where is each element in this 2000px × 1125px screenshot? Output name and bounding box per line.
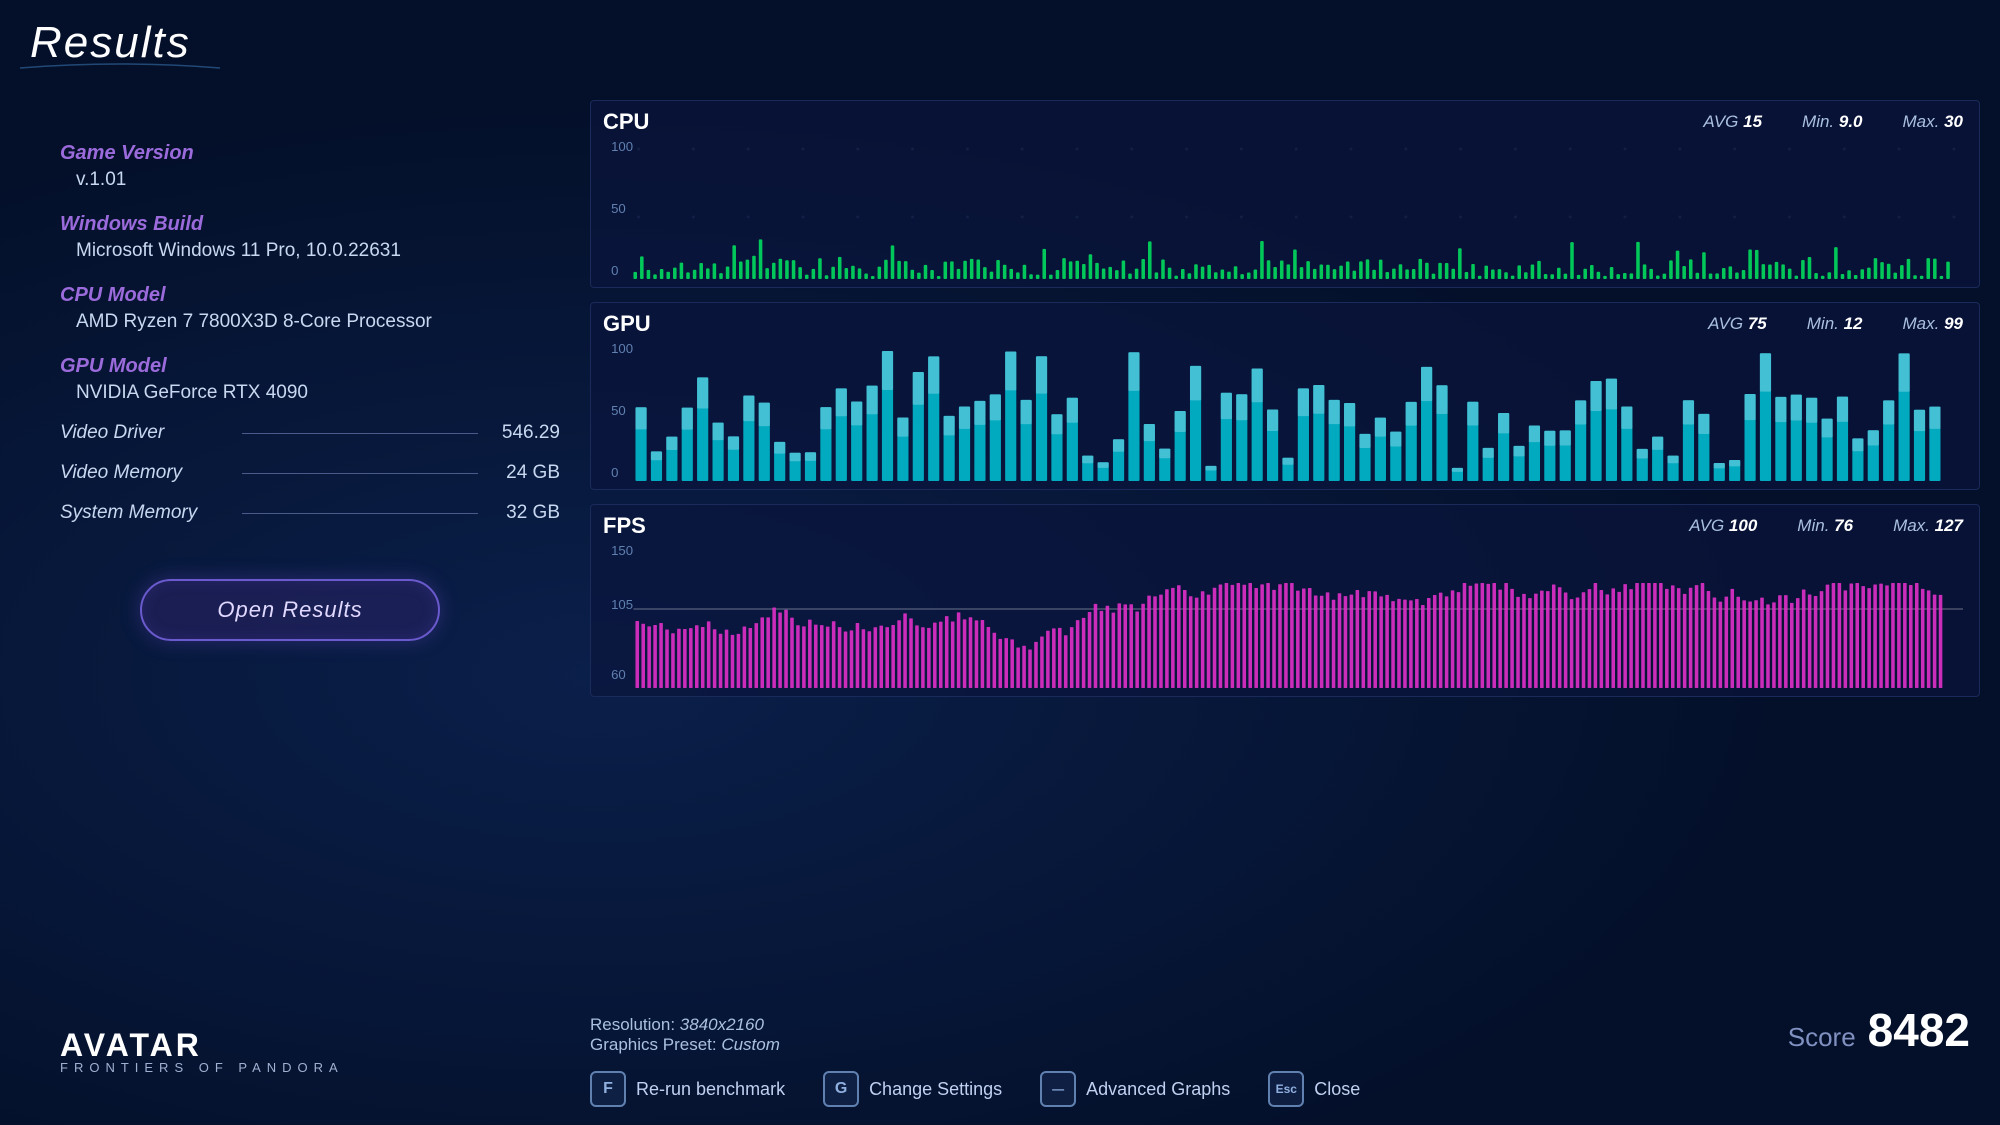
rerun-key-icon: F xyxy=(590,1071,626,1107)
rerun-label: Re-run benchmark xyxy=(636,1079,785,1100)
svg-text:150: 150 xyxy=(611,543,633,558)
cpu-avg-label: AVG 15 xyxy=(1703,112,1762,132)
video-driver-bar xyxy=(242,433,478,434)
close-label: Close xyxy=(1314,1079,1360,1100)
rerun-benchmark-button[interactable]: F Re-run benchmark xyxy=(590,1071,785,1107)
gpu-model-value: NVIDIA GeForce RTX 4090 xyxy=(76,382,560,404)
close-button[interactable]: Esc Close xyxy=(1268,1071,1360,1107)
graphics-preset-label: Graphics Preset: xyxy=(590,1035,721,1054)
fps-chart-area: 150 105 60 xyxy=(603,543,1963,688)
video-memory-bar xyxy=(242,473,478,474)
gpu-chart-header: GPU AVG 75 Min. 12 Max. 99 xyxy=(603,311,1963,337)
system-memory-row: System Memory 32 GB xyxy=(60,502,560,524)
fps-avg-label: AVG 100 xyxy=(1689,516,1757,536)
score-area: Score 8482 xyxy=(1788,1003,1970,1057)
cpu-chart-header: CPU AVG 15 Min. 9.0 Max. 30 xyxy=(603,109,1963,135)
fps-chart: FPS AVG 100 Min. 76 Max. 127 150 105 60 xyxy=(590,504,1980,697)
fps-min-label: Min. 76 xyxy=(1797,516,1853,536)
advanced-graphs-label: Advanced Graphs xyxy=(1086,1079,1230,1100)
graphics-preset-line: Graphics Preset: Custom xyxy=(590,1035,780,1055)
gpu-chart: GPU AVG 75 Min. 12 Max. 99 100 50 0 xyxy=(590,302,1980,490)
advanced-graphs-button[interactable]: — Advanced Graphs xyxy=(1040,1071,1230,1107)
gpu-max-label: Max. 99 xyxy=(1903,314,1963,334)
resolution-value: 3840x2160 xyxy=(680,1015,764,1034)
gpu-chart-area: 100 50 0 xyxy=(603,341,1963,481)
cpu-model-label: CPU Model xyxy=(60,284,560,307)
cpu-min-label: Min. 9.0 xyxy=(1802,112,1862,132)
cpu-min-value: 9.0 xyxy=(1839,112,1863,131)
windows-build-label: Windows Build xyxy=(60,213,560,236)
video-driver-value: 546.29 xyxy=(490,422,560,444)
cpu-max-label: Max. 30 xyxy=(1903,112,1963,132)
video-memory-label: Video Memory xyxy=(60,462,230,484)
bottom-info: Resolution: 3840x2160 Graphics Preset: C… xyxy=(590,1015,780,1055)
gpu-min-label: Min. 12 xyxy=(1807,314,1863,334)
score-label: Score xyxy=(1788,1022,1856,1053)
cpu-chart-area: 100 50 0 xyxy=(603,139,1963,279)
fps-chart-stats: AVG 100 Min. 76 Max. 127 xyxy=(1689,516,1963,536)
fps-chart-svg: 150 105 60 xyxy=(603,543,1963,688)
gpu-avg-value: 75 xyxy=(1748,314,1767,333)
resolution-line: Resolution: 3840x2160 xyxy=(590,1015,780,1035)
gpu-model-label: GPU Model xyxy=(60,355,560,378)
svg-text:105: 105 xyxy=(611,597,633,612)
fps-min-value: 76 xyxy=(1834,516,1853,535)
gpu-avg-label: AVG 75 xyxy=(1708,314,1767,334)
svg-text:100: 100 xyxy=(611,139,633,154)
fps-max-value: 127 xyxy=(1935,516,1963,535)
change-settings-key-icon: G xyxy=(823,1071,859,1107)
cpu-chart: CPU AVG 15 Min. 9.0 Max. 30 100 50 0 xyxy=(590,100,1980,288)
close-key-icon: Esc xyxy=(1268,1071,1304,1107)
open-results-button[interactable]: Open Results xyxy=(140,579,440,641)
system-memory-bar xyxy=(242,513,478,514)
cpu-chart-svg: 100 50 0 xyxy=(603,139,1963,279)
cpu-avg-value: 15 xyxy=(1743,112,1762,131)
system-memory-label: System Memory xyxy=(60,502,230,524)
system-memory-value: 32 GB xyxy=(490,502,560,524)
gpu-chart-stats: AVG 75 Min. 12 Max. 99 xyxy=(1708,314,1963,334)
svg-text:50: 50 xyxy=(611,201,626,216)
game-version-value: v.1.01 xyxy=(76,169,560,191)
svg-text:60: 60 xyxy=(611,667,626,682)
fps-chart-header: FPS AVG 100 Min. 76 Max. 127 xyxy=(603,513,1963,539)
title-decoration xyxy=(20,58,220,78)
avatar-logo: Avatar Frontiers of Pandora xyxy=(60,1027,344,1075)
svg-text:50: 50 xyxy=(611,403,626,418)
score-value: 8482 xyxy=(1868,1003,1970,1057)
gpu-min-value: 12 xyxy=(1844,314,1863,333)
advanced-graphs-key-icon: — xyxy=(1040,1071,1076,1107)
gpu-chart-svg: 100 50 0 xyxy=(603,341,1963,481)
svg-text:0: 0 xyxy=(611,263,618,278)
fps-chart-title: FPS xyxy=(603,513,683,539)
svg-text:0: 0 xyxy=(611,465,618,480)
cpu-chart-title: CPU xyxy=(603,109,683,135)
change-settings-button[interactable]: G Change Settings xyxy=(823,1071,1002,1107)
gpu-max-value: 99 xyxy=(1944,314,1963,333)
windows-build-value: Microsoft Windows 11 Pro, 10.0.22631 xyxy=(76,240,560,262)
cpu-max-value: 30 xyxy=(1944,112,1963,131)
graphics-preset-value: Custom xyxy=(721,1035,780,1054)
change-settings-label: Change Settings xyxy=(869,1079,1002,1100)
game-version-label: Game Version xyxy=(60,142,560,165)
svg-text:100: 100 xyxy=(611,341,633,356)
video-memory-value: 24 GB xyxy=(490,462,560,484)
cpu-chart-stats: AVG 15 Min. 9.0 Max. 30 xyxy=(1703,112,1963,132)
avatar-logo-subtitle: Frontiers of Pandora xyxy=(60,1060,344,1075)
video-memory-row: Video Memory 24 GB xyxy=(60,462,560,484)
gpu-chart-title: GPU xyxy=(603,311,683,337)
charts-panel: CPU AVG 15 Min. 9.0 Max. 30 100 50 0 GPU xyxy=(590,100,1980,711)
fps-avg-value: 100 xyxy=(1729,516,1757,535)
toolbar: F Re-run benchmark G Change Settings — A… xyxy=(590,1071,1980,1107)
fps-max-label: Max. 127 xyxy=(1893,516,1963,536)
cpu-model-value: AMD Ryzen 7 7800X3D 8-Core Processor xyxy=(76,311,560,333)
resolution-label: Resolution: xyxy=(590,1015,680,1034)
avatar-logo-title: Avatar xyxy=(60,1027,202,1064)
video-driver-row: Video Driver 546.29 xyxy=(60,422,560,444)
left-panel: Game Version v.1.01 Windows Build Micros… xyxy=(60,120,560,641)
video-driver-label: Video Driver xyxy=(60,422,230,444)
